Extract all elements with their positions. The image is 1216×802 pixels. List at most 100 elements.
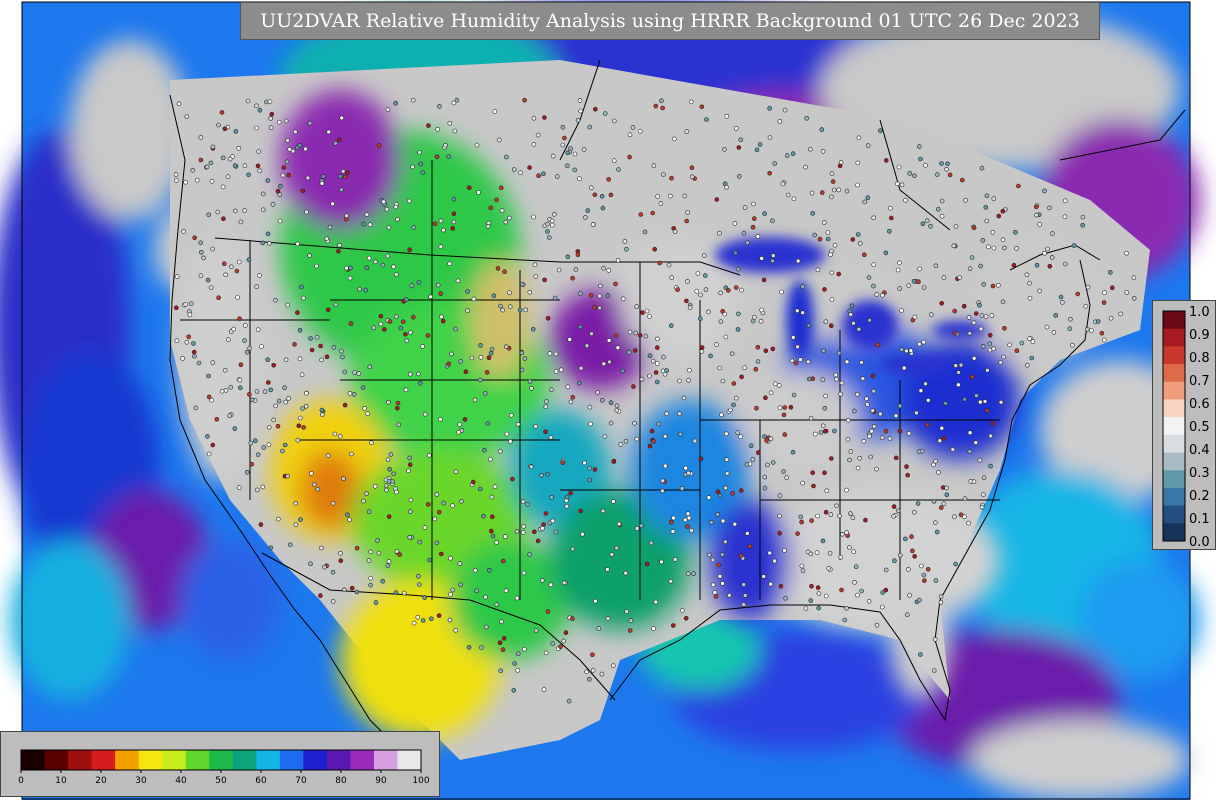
station-marker: [795, 344, 800, 350]
station-marker: [446, 361, 452, 367]
station-marker: [944, 167, 949, 172]
station-marker: [991, 245, 997, 251]
station-marker: [550, 518, 556, 524]
station-marker: [416, 371, 421, 377]
station-marker: [403, 387, 409, 393]
station-marker: [214, 416, 220, 422]
station-marker: [434, 154, 440, 160]
station-marker: [931, 462, 936, 468]
station-marker: [1062, 198, 1068, 204]
station-marker: [242, 208, 247, 213]
station-marker: [425, 333, 431, 338]
station-marker: [837, 163, 843, 169]
station-marker: [744, 462, 750, 467]
station-marker: [979, 313, 985, 318]
station-marker: [271, 362, 277, 368]
station-marker: [768, 390, 774, 396]
station-marker: [303, 146, 308, 152]
station-marker: [634, 436, 640, 442]
station-marker: [706, 552, 712, 558]
station-marker: [401, 590, 407, 596]
station-marker: [866, 598, 872, 604]
station-marker: [450, 587, 456, 593]
station-marker: [782, 107, 788, 113]
station-marker: [605, 293, 611, 298]
station-marker: [548, 582, 554, 588]
station-marker: [768, 436, 774, 442]
station-marker: [262, 389, 268, 395]
station-marker: [798, 514, 804, 520]
station-marker: [380, 262, 386, 268]
station-marker: [365, 411, 371, 416]
station-marker: [499, 208, 505, 213]
station-marker: [184, 339, 190, 345]
station-marker: [849, 303, 855, 309]
station-marker: [453, 627, 458, 633]
station-marker: [765, 462, 770, 468]
station-marker: [304, 390, 309, 396]
station-marker: [951, 243, 957, 249]
station-marker: [855, 160, 861, 166]
colorbar-tick-label: 80: [335, 776, 347, 786]
station-marker: [498, 668, 504, 674]
station-marker: [541, 687, 547, 692]
station-marker: [615, 345, 621, 351]
station-marker: [939, 425, 945, 431]
station-marker: [416, 582, 422, 587]
station-marker: [874, 292, 880, 297]
station-marker: [247, 392, 252, 397]
station-marker: [489, 514, 495, 520]
station-marker: [386, 559, 392, 564]
station-marker: [531, 214, 536, 220]
station-marker: [717, 230, 722, 236]
station-marker: [685, 279, 690, 284]
station-marker: [820, 149, 826, 154]
station-marker: [338, 558, 344, 564]
station-marker: [393, 590, 399, 596]
station-marker: [223, 272, 228, 278]
station-marker: [435, 127, 441, 132]
station-marker: [1000, 209, 1006, 214]
station-marker: [845, 417, 851, 423]
station-marker: [248, 440, 254, 446]
station-marker: [176, 101, 182, 107]
station-marker: [502, 534, 508, 539]
station-marker: [896, 164, 902, 170]
station-marker: [1014, 348, 1020, 354]
station-marker: [899, 347, 905, 352]
station-marker: [344, 213, 349, 218]
station-marker: [931, 499, 937, 504]
station-marker: [453, 326, 458, 332]
station-marker: [481, 513, 486, 519]
station-marker: [570, 275, 575, 281]
station-marker: [339, 187, 344, 193]
station-marker: [273, 403, 279, 409]
station-marker: [770, 258, 775, 264]
station-marker: [174, 178, 179, 183]
station-marker: [338, 174, 343, 179]
station-marker: [852, 580, 857, 585]
colorbar-swatch: [185, 750, 210, 770]
station-marker: [573, 267, 579, 272]
station-marker: [719, 412, 724, 418]
station-marker: [715, 512, 721, 517]
station-marker: [683, 615, 689, 621]
station-marker: [817, 236, 823, 242]
station-marker: [222, 126, 228, 132]
station-marker: [682, 517, 688, 523]
station-marker: [668, 323, 674, 328]
station-marker: [806, 376, 812, 382]
station-marker: [391, 264, 396, 270]
station-marker: [988, 463, 993, 469]
station-marker: [362, 406, 368, 411]
station-marker: [662, 371, 668, 377]
station-marker: [639, 376, 645, 382]
station-marker: [582, 460, 587, 466]
station-marker: [806, 323, 812, 328]
station-marker: [394, 549, 400, 554]
station-marker: [254, 103, 259, 109]
station-marker: [966, 315, 972, 320]
station-marker: [466, 645, 472, 650]
station-marker: [722, 147, 727, 152]
station-marker: [520, 499, 526, 505]
